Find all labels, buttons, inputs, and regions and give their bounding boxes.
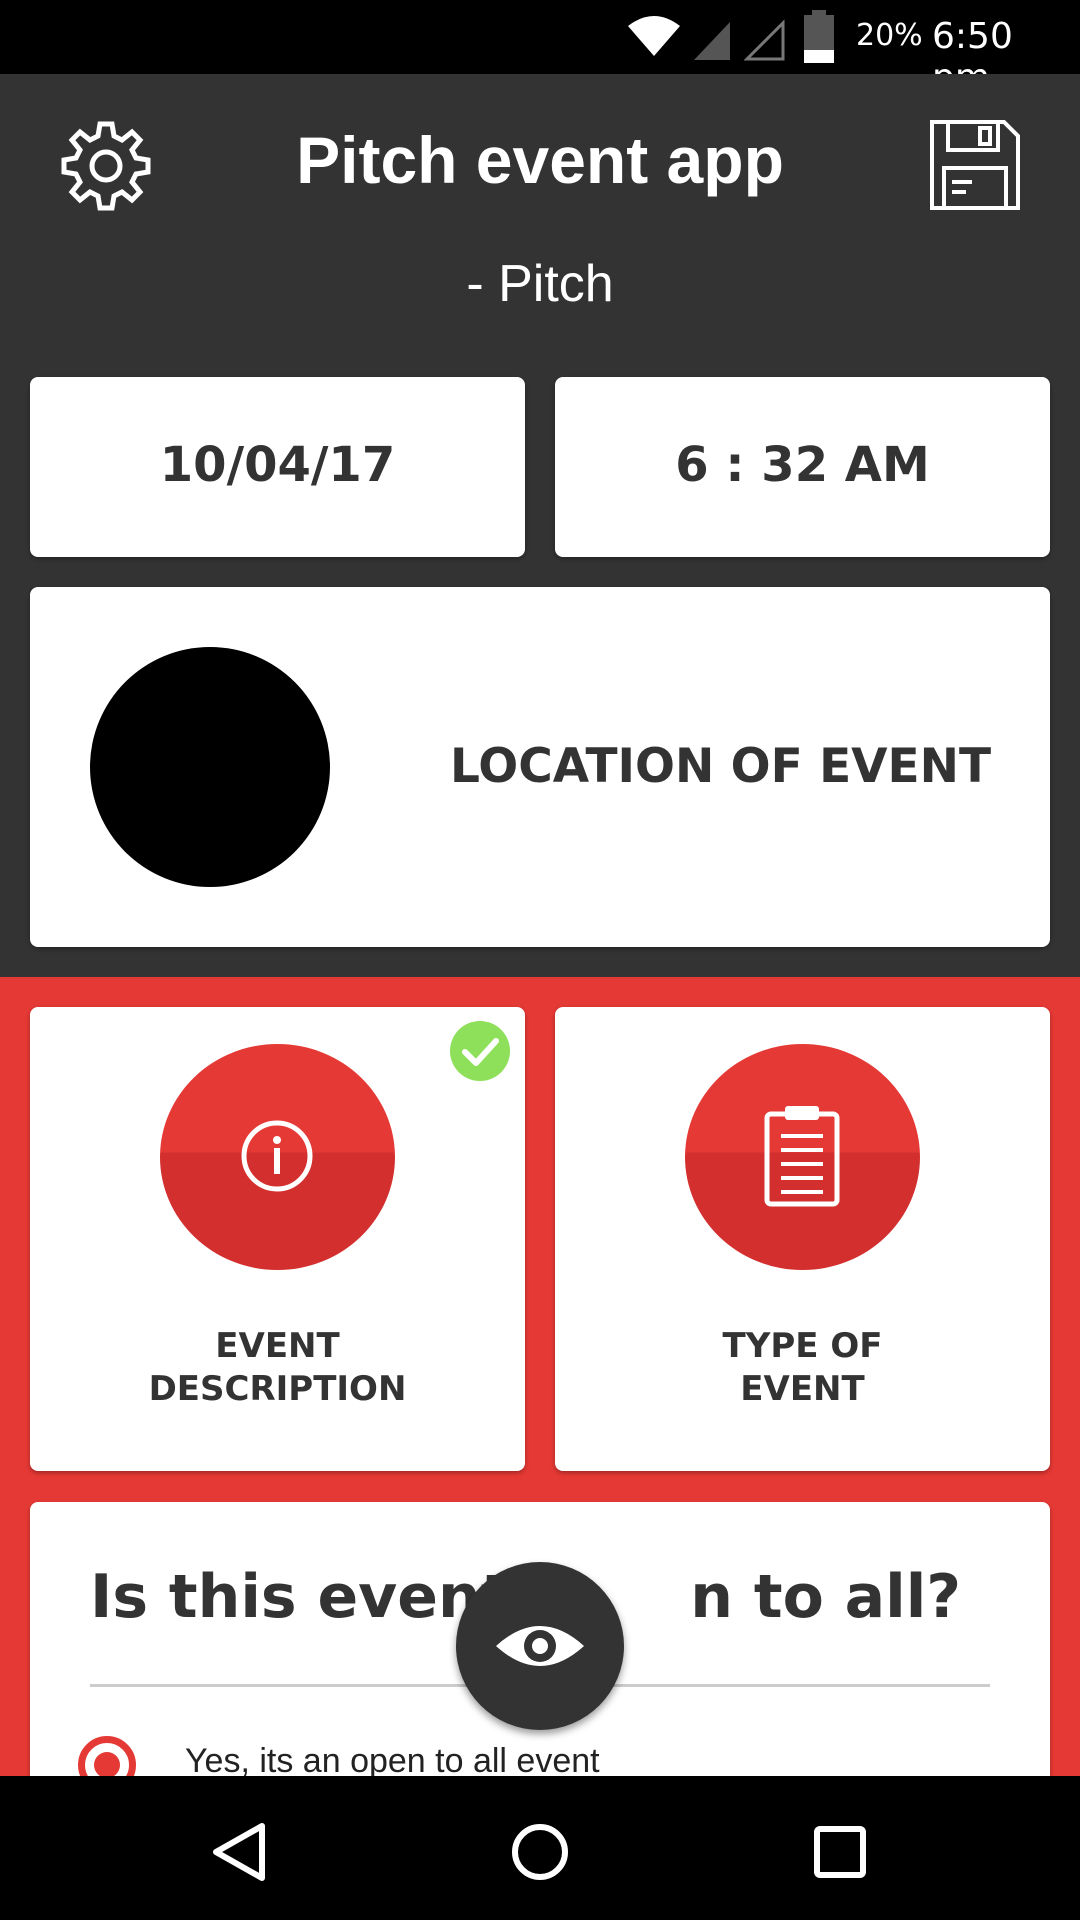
app-subtitle: - Pitch — [466, 255, 614, 313]
event-description-label: EVENT DESCRIPTION — [30, 1325, 525, 1411]
recents-icon[interactable] — [800, 1812, 880, 1892]
floppy-disk-icon[interactable] — [928, 118, 1022, 212]
type-of-event-tile[interactable]: TYPE OF EVENT — [555, 1007, 1050, 1471]
clipboard-icon — [764, 1106, 840, 1207]
question-text-end: n to all? — [690, 1562, 962, 1632]
info-icon — [241, 1120, 313, 1192]
battery-percent: 20% — [856, 18, 923, 53]
back-icon[interactable] — [200, 1812, 280, 1892]
battery-icon — [804, 10, 834, 63]
app-title: Pitch event app — [296, 123, 784, 197]
tile-label-line1: TYPE OF — [722, 1326, 883, 1366]
signal-icon — [694, 22, 730, 60]
event-date: 10/04/17 — [159, 437, 396, 493]
event-description-tile[interactable]: EVENT DESCRIPTION — [30, 1007, 525, 1471]
tile-label-line2: DESCRIPTION — [148, 1369, 407, 1409]
location-label: LOCATION OF EVENT — [450, 739, 992, 794]
clipboard-icon-circle — [685, 1044, 920, 1270]
date-picker-card[interactable]: 10/04/17 — [30, 377, 525, 557]
tile-label-line1: EVENT — [215, 1326, 340, 1366]
eye-icon — [496, 1626, 584, 1666]
radio-selected-dot — [94, 1752, 120, 1778]
event-time: 6 : 32 AM — [675, 437, 930, 493]
wifi-icon — [628, 16, 680, 56]
completed-check-icon — [450, 1021, 510, 1081]
navigation-bar — [0, 1776, 1080, 1920]
time-picker-card[interactable]: 6 : 32 AM — [555, 377, 1050, 557]
info-icon-circle — [160, 1044, 395, 1270]
home-icon[interactable] — [500, 1812, 580, 1892]
preview-fab[interactable] — [456, 1562, 624, 1730]
signal-empty-icon — [744, 19, 785, 61]
location-image — [90, 647, 330, 887]
location-card[interactable]: LOCATION OF EVENT — [30, 587, 1050, 947]
type-of-event-label: TYPE OF EVENT — [555, 1325, 1050, 1411]
status-bar: 20% 6:50 pm — [0, 0, 1080, 98]
tile-label-line2: EVENT — [740, 1369, 865, 1409]
